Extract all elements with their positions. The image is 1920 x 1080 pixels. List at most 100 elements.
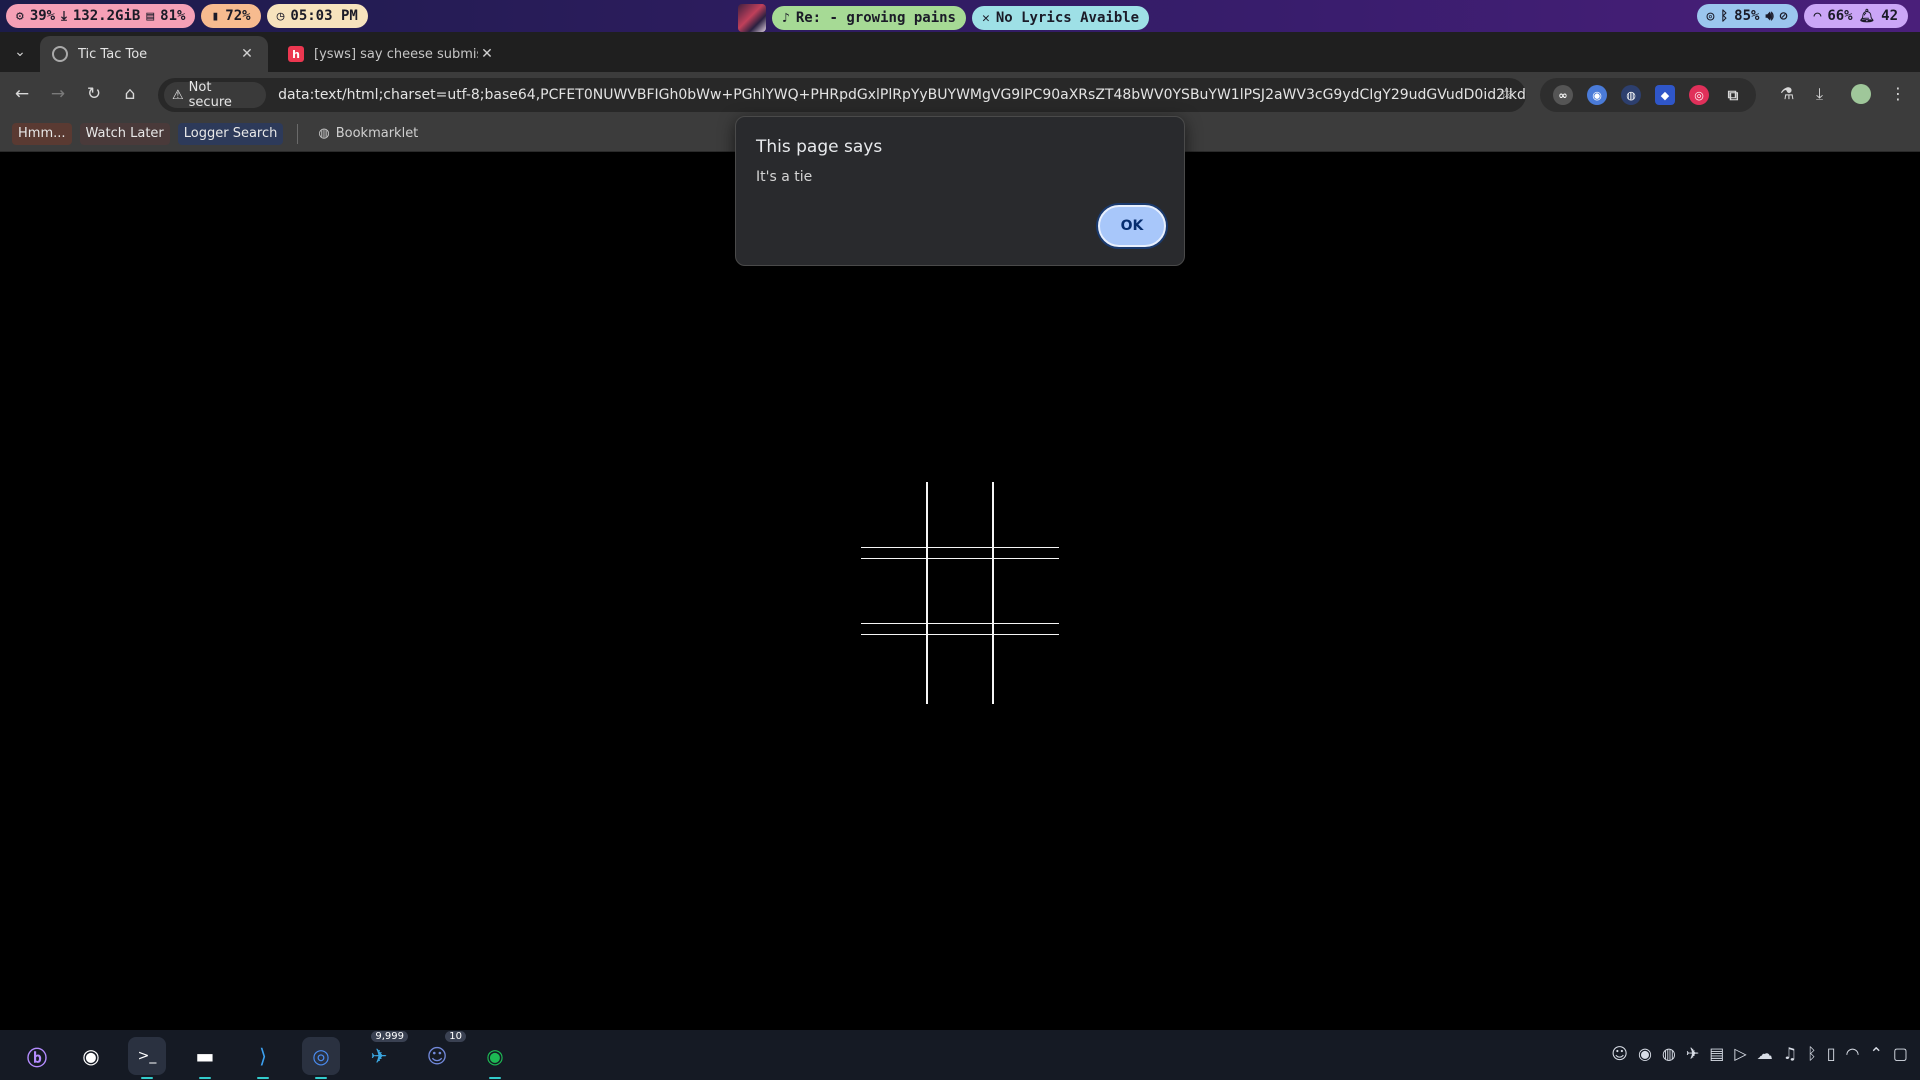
volume-tray-icon[interactable]: ♫ [1783, 1044, 1797, 1063]
pink-extension-icon[interactable]: ◎ [1689, 85, 1709, 105]
taskbar: ⓑ ◉ >_ ▬ ⟩ ◎ ✈ 9,999 ☺ 10 ◉ ☺ ◉ ◍ ✈ ▤ ▷ ☁ … [0, 1030, 1920, 1080]
temperature-value: 72% [225, 8, 251, 24]
wifi-icon: ◠ [1813, 8, 1822, 24]
battery-widget[interactable]: ◠ 66% 🔔︎ 42 [1803, 4, 1908, 28]
lyrics-off-icon: ✕ [981, 10, 990, 26]
telegram-badge: 9,999 [371, 1031, 408, 1042]
board-line [992, 482, 994, 704]
clock-value: 05:03 PM [290, 8, 358, 24]
reload-icon: ↻ [86, 84, 102, 104]
bluetooth-tray-icon[interactable]: ᛒ [1807, 1044, 1817, 1063]
bluetooth-icon: ᛒ [1720, 8, 1729, 24]
chrome-icon[interactable]: ◎ [302, 1037, 340, 1079]
temperature-widget[interactable]: ▮ 72% [201, 4, 261, 28]
terminal-icon[interactable]: >_ [128, 1037, 166, 1079]
ok-button[interactable]: OK [1098, 205, 1166, 247]
clock-widget[interactable]: ◷ 05:03 PM [266, 4, 368, 28]
address-bar[interactable]: ⚠ Not secure data:text/html;charset=utf-… [158, 78, 1526, 112]
lyrics-status: No Lyrics Avaible [995, 10, 1140, 26]
active-indicator [199, 1077, 211, 1079]
bluetooth-battery-value: 85% [1734, 8, 1760, 24]
bookmark-star-icon[interactable]: ☆ [1499, 84, 1514, 104]
board-line [861, 634, 1059, 635]
avatar[interactable] [1851, 84, 1871, 104]
spotify-icon[interactable]: ◉ [476, 1037, 514, 1079]
battery-tray-icon[interactable]: ▯ [1827, 1044, 1836, 1063]
reload-button[interactable]: ↻ [82, 82, 106, 106]
arrow-right-icon: → [50, 84, 66, 104]
tab-title: Tic Tac Toe [78, 46, 148, 62]
show-desktop-icon[interactable]: ▢ [1893, 1044, 1908, 1063]
board-line [861, 558, 1059, 559]
kebab-menu-icon[interactable]: ⋮ [1890, 84, 1906, 103]
board-line [926, 482, 928, 704]
extensions-area: ∞ ◉ ◍ ◆ ◎ ⧉ [1540, 78, 1756, 112]
disk-value: 132.2GiB [72, 8, 141, 24]
cloud-icon[interactable]: ☁ [1757, 1044, 1773, 1063]
alert-message: It's a tie [756, 169, 813, 185]
tab-tic-tac-toe[interactable]: Tic Tac Toe ✕ [40, 36, 268, 72]
bookmark-watch-later[interactable]: Watch Later [79, 122, 170, 145]
bookmark-logger-search[interactable]: Logger Search [177, 122, 284, 145]
obs-icon[interactable]: ◉ [72, 1037, 110, 1075]
back-button[interactable]: ← [10, 82, 34, 106]
flask-icon[interactable]: ⚗ [1780, 84, 1794, 103]
active-indicator [257, 1077, 269, 1079]
bitwarden-shield-icon[interactable]: ◆ [1655, 85, 1675, 105]
board-line [861, 623, 1059, 624]
alert-dialog: This page says It's a tie OK [735, 116, 1185, 266]
warning-icon: ⚠ [172, 87, 184, 103]
forward-button[interactable]: → [46, 82, 70, 106]
active-indicator [315, 1077, 327, 1079]
cpu-icon: ⚙ [16, 8, 24, 24]
discord-tray-icon[interactable]: ☺ [1611, 1044, 1628, 1063]
mic-muted-icon: ⊘ [1779, 8, 1788, 24]
now-playing-widget[interactable]: ♪ Re: - growing pains [772, 6, 966, 30]
eye-off-icon: ◎ [1706, 8, 1715, 24]
active-indicator [489, 1077, 501, 1079]
globe-icon [52, 46, 68, 62]
wifi-tray-icon[interactable]: ◠ [1846, 1044, 1860, 1063]
dark-extension-icon[interactable]: ◍ [1621, 85, 1641, 105]
tab-search-button[interactable]: ⌄ [8, 40, 32, 64]
discord-badge: 10 [445, 1031, 466, 1042]
file-manager-icon[interactable]: ▬ [186, 1037, 224, 1079]
home-button[interactable]: ⌂ [118, 82, 142, 106]
telegram-icon[interactable]: ✈ 9,999 [360, 1031, 408, 1075]
memory-value: 81% [160, 8, 186, 24]
glasses-extension-icon[interactable]: ∞ [1553, 85, 1573, 105]
spotify-tray-icon[interactable]: ◉ [1638, 1044, 1652, 1063]
url-text[interactable]: data:text/html;charset=utf-8;base64,PCFE… [278, 87, 1526, 103]
media-play-icon[interactable]: ▷ [1734, 1044, 1746, 1063]
bookmark-bookmarklet[interactable]: ◍ Bookmarklet [312, 123, 424, 145]
vscode-icon[interactable]: ⟩ [244, 1037, 282, 1079]
puzzle-icon[interactable]: ⧉ [1723, 85, 1743, 105]
discord-icon[interactable]: ☺ 10 [418, 1031, 466, 1075]
telegram-tray-icon[interactable]: ✈ [1686, 1044, 1699, 1063]
close-icon[interactable]: ✕ [238, 46, 256, 62]
search-extension-icon[interactable]: ◉ [1587, 85, 1607, 105]
launcher-icon[interactable]: ⓑ [18, 1037, 56, 1075]
cpu-value: 39% [29, 8, 56, 24]
download-icon: ⤓ [61, 8, 67, 24]
steam-tray-icon[interactable]: ◍ [1662, 1044, 1676, 1063]
tic-tac-toe-board[interactable] [861, 482, 1059, 704]
clipboard-tray-icon[interactable]: ▤ [1709, 1044, 1724, 1063]
album-art[interactable] [738, 4, 766, 32]
battery-value: 66% [1827, 8, 1853, 24]
close-icon[interactable]: ✕ [478, 46, 496, 62]
bell-icon: 🔔︎ [1858, 8, 1876, 24]
security-chip[interactable]: ⚠ Not secure [164, 80, 267, 110]
download-icon[interactable]: ⤓ [1816, 84, 1823, 104]
lyrics-widget[interactable]: ✕ No Lyrics Avaible [971, 6, 1150, 30]
audio-widget[interactable]: ◎ ᛒ 85% 🔊︎ ⊘ [1696, 4, 1798, 28]
home-icon: ⌂ [124, 84, 136, 104]
bookmark-hmm[interactable]: Hmm... [12, 122, 72, 145]
hackclub-icon: h [288, 46, 304, 62]
chevron-up-icon[interactable]: ⌃ [1869, 1044, 1882, 1063]
thermometer-icon: ▮ [211, 8, 220, 24]
cpu-widget[interactable]: ⚙ 39% ⤓ 132.2GiB ▤ 81% [6, 4, 196, 28]
tab-ysws[interactable]: h [ysws] say cheese submissi ✕ [276, 36, 508, 72]
memory-icon: ▤ [146, 8, 155, 24]
arrow-left-icon: ← [14, 84, 30, 104]
